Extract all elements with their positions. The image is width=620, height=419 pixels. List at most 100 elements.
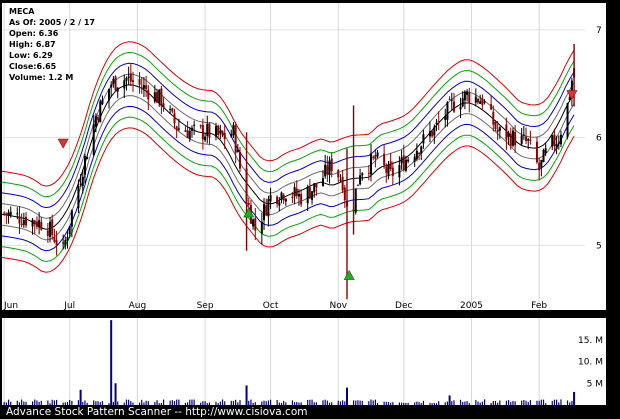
chart-window: Jun Jul Aug Sep Oct Nov Dec 2005 Feb 5 6 7 15. M 10.… [0, 0, 620, 419]
price-bar-body [293, 187, 296, 197]
price-bar-body [463, 91, 466, 101]
price-bar-body [402, 155, 405, 171]
price-bar-body [175, 126, 178, 131]
price-bar-body [20, 223, 23, 226]
price-bar-body [107, 88, 110, 101]
price-bar-body [171, 108, 174, 112]
price-bar-body [300, 193, 303, 205]
price-bar-body [494, 121, 497, 130]
price-bar-body [490, 104, 493, 110]
price-bar-body [114, 76, 117, 91]
x-tick-label: Jul [63, 301, 75, 311]
price-bar-body [263, 203, 266, 221]
price-bar-body [404, 159, 407, 171]
price-bar-body [38, 220, 41, 228]
price-bar-body [498, 127, 501, 131]
price-bar-body [158, 89, 161, 103]
price-bar-body [97, 117, 100, 120]
price-bar-body [145, 85, 148, 90]
price-bar-body [446, 102, 449, 120]
y-tick-label: 6 [596, 134, 602, 144]
price-bar-body [413, 156, 416, 162]
price-bar-body [267, 198, 270, 217]
price-bar-body [540, 160, 543, 168]
price-bar-body [374, 155, 377, 160]
price-bar-body [5, 213, 8, 215]
price-bar-body [448, 99, 451, 101]
price-bar-body [217, 125, 220, 136]
price-bar-body [77, 185, 80, 208]
price-bar-body [214, 126, 217, 137]
price-bar-body [18, 216, 21, 224]
price-bar-body [433, 126, 436, 136]
price-bar-body [51, 219, 54, 236]
price-bar-body [199, 125, 202, 127]
price-bar-body [568, 97, 571, 101]
price-bar-body [86, 156, 89, 160]
price-bar-body [315, 182, 318, 188]
volume-panel [2, 318, 606, 405]
price-bar-body [252, 219, 255, 227]
price-bar-body [328, 160, 331, 176]
price-bar-body [483, 101, 486, 103]
price-bar-body [324, 164, 327, 177]
price-bar-body [140, 87, 143, 89]
price-bar-body [204, 136, 207, 141]
price-bar-body [101, 99, 104, 104]
price-bar-body [188, 130, 191, 140]
price-bar-body [505, 124, 508, 140]
as-of-label: As Of: 2005 / 2 / 17 [9, 18, 95, 27]
price-bar-body [160, 88, 163, 107]
price-bar-body [407, 159, 410, 162]
price-bar-body [94, 116, 97, 127]
price-bar-body [276, 196, 279, 205]
price-bar-body [431, 131, 434, 137]
price-bar-body [387, 164, 390, 177]
price-bar-body [112, 78, 115, 84]
price-bar-body [221, 131, 224, 136]
price-bar-body [49, 221, 52, 238]
price-bar-body [190, 127, 193, 131]
price-bar-body [68, 226, 71, 234]
price-bar-body [83, 156, 86, 175]
price-bar-body [70, 210, 73, 227]
price-bar-body [400, 157, 403, 164]
price-bar-body [162, 103, 165, 108]
price-bar-body [138, 78, 141, 85]
price-bar-body [177, 128, 180, 130]
price-bar-body [354, 188, 357, 213]
price-bar-body [535, 141, 538, 163]
price-bar-body [269, 195, 272, 202]
price-bar-body [507, 132, 510, 137]
price-bar-body [551, 135, 554, 147]
price-bar-body [116, 87, 119, 92]
price-bar-body [295, 188, 298, 197]
price-bar-body [234, 125, 237, 153]
price-bar-body [313, 183, 316, 193]
price-bar-body [254, 218, 257, 231]
y-tick-label: 7 [596, 26, 602, 36]
price-bar-body [459, 106, 462, 110]
price-bar-body [450, 99, 453, 101]
price-bar-body [291, 196, 294, 198]
price-bar-body [444, 116, 447, 120]
price-bar-body [341, 176, 344, 191]
price-bar-body [201, 124, 204, 140]
y-tick-label: 5 [596, 241, 602, 251]
price-bar-body [326, 165, 329, 175]
price-bar-body [153, 92, 156, 102]
ohlc-info-box: MECA As Of: 2005 / 2 / 17 Open: 6.36 Hig… [9, 6, 95, 83]
price-bar-body [284, 199, 287, 202]
price-bar-body [339, 179, 342, 181]
open-label: Open: 6.36 [9, 29, 59, 38]
price-bar-body [538, 162, 541, 171]
price-bar-body [321, 178, 324, 186]
price-bar-body [522, 134, 525, 136]
price-bar-body [337, 170, 340, 178]
price-bar-body [99, 101, 102, 123]
price-bar-body [559, 134, 562, 145]
price-bar-body [466, 91, 469, 95]
price-bar-body [193, 124, 196, 126]
price-bar-body [31, 219, 34, 227]
price-bar-body [529, 139, 532, 141]
